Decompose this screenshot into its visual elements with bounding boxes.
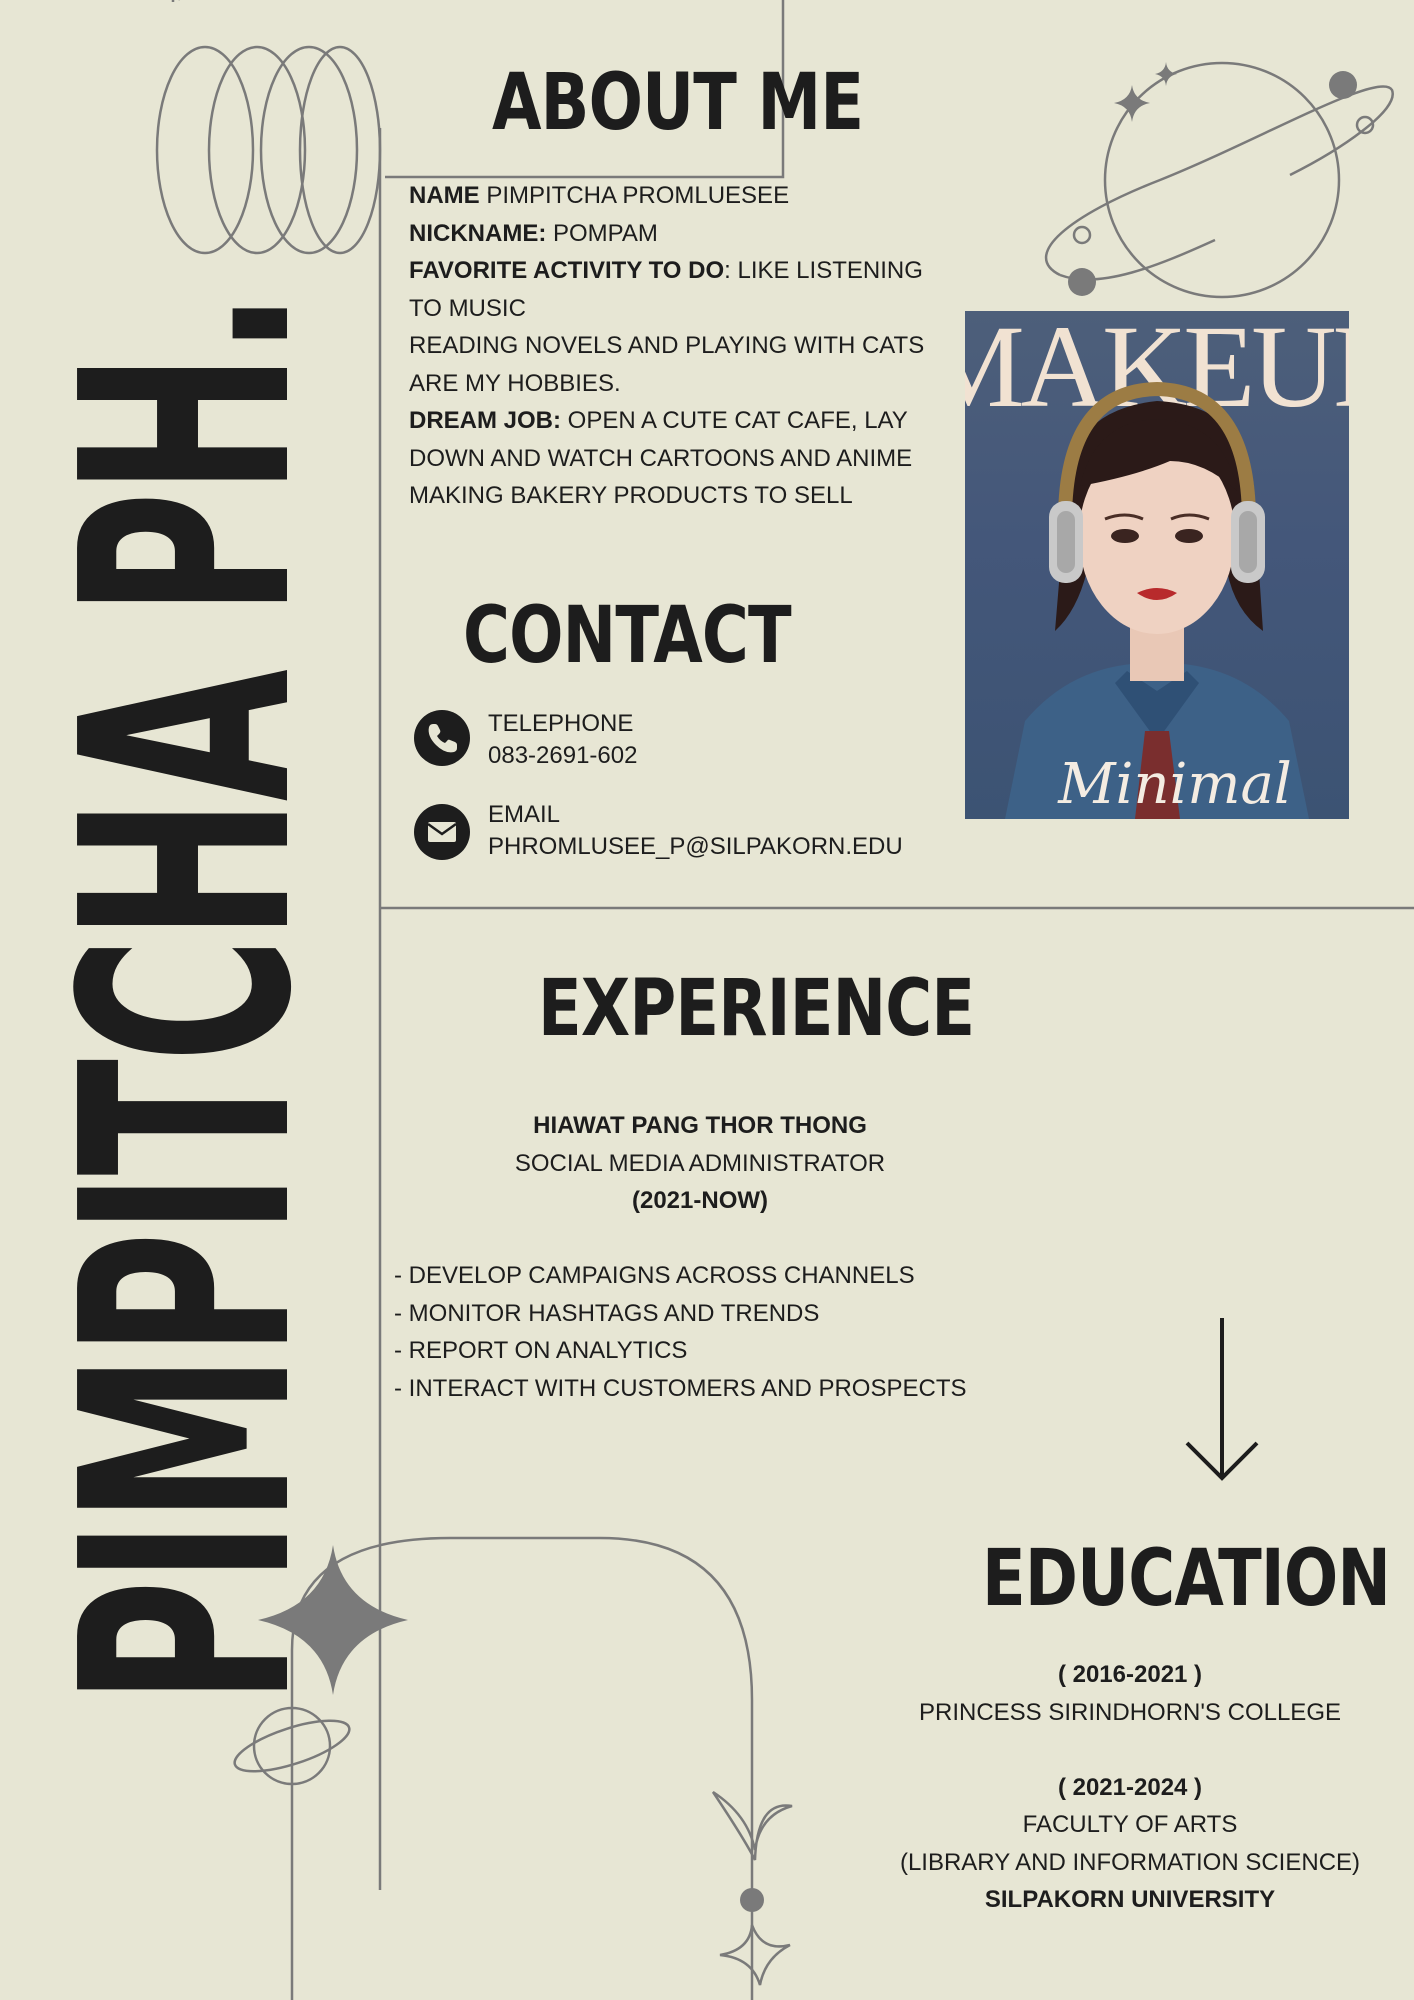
activity-line1: : LIKE LISTENING: [724, 257, 923, 284]
about-dream-row: DREAM JOB: OPEN A CUTE CAT CAFE, LAY: [409, 402, 969, 440]
experience-company: HIAWAT PANG THOR THONG: [533, 1112, 867, 1139]
portrait-illustration: MAKEUP Minim: [965, 311, 1349, 819]
experience-role: SOCIAL MEDIA ADMINISTRATOR: [514, 1149, 886, 1177]
hobbies-line2: ARE MY HOBBIES.: [409, 369, 621, 397]
experience-heading: EXPERIENCE: [538, 964, 975, 1054]
photo-caption: Minimal: [1057, 752, 1292, 817]
education-period-2: ( 2021-2024 ): [1057, 1773, 1203, 1801]
contact-heading: CONTACT: [463, 591, 792, 681]
duty-item: - DEVELOP CAMPAIGNS ACROSS CHANNELS: [394, 1262, 915, 1289]
phone-contact: TELEPHONE 083-2691-602: [488, 708, 637, 772]
arrow-down-icon: [1185, 1318, 1259, 1481]
about-heading: ABOUT ME: [492, 58, 864, 148]
dream-line3: MAKING BAKERY PRODUCTS TO SELL: [409, 482, 853, 509]
phone-label: TELEPHONE: [488, 710, 634, 737]
duty-item: - INTERACT WITH CUSTOMERS AND PROSPECTS: [394, 1374, 967, 1402]
phone-value: 083-2691-602: [488, 742, 638, 769]
about-nickname-row: NICKNAME: POMPAM: [409, 215, 969, 253]
dream-label: DREAM JOB:: [409, 407, 562, 434]
about-activity-row: FAVORITE ACTIVITY TO DO: LIKE LISTENING: [409, 252, 969, 290]
dream-line2: DOWN AND WATCH CARTOONS AND ANIME: [409, 444, 913, 472]
duty-item: - REPORT ON ANALYTICS: [394, 1337, 688, 1364]
name-value: PIMPITCHA PROMLUESEE: [479, 182, 790, 209]
about-details: NAME PIMPITCHA PROMLUESEE NICKNAME: POMP…: [409, 177, 969, 515]
education-university: SILPAKORN UNIVERSITY: [984, 1886, 1276, 1913]
activity-line2: TO MUSIC: [409, 294, 526, 322]
email-contact: EMAIL PHROMLUSEE_P@SILPAKORN.EDU: [488, 799, 903, 863]
education-period-1: ( 2016-2021 ): [1057, 1661, 1203, 1688]
profile-photo: MAKEUP Minim: [965, 311, 1349, 819]
about-name-row: NAME PIMPITCHA PROMLUESEE: [409, 177, 969, 215]
duty-item: - MONITOR HASHTAGS AND TRENDS: [394, 1299, 820, 1327]
hobbies-line1: READING NOVELS AND PLAYING WITH CATS: [409, 332, 925, 359]
vertical-name: PIMPITCHA PH.: [20, 294, 355, 1705]
education-heading: EDUCATION: [982, 1534, 1391, 1624]
education-school-1: PRINCESS SIRINDHORN'S COLLEGE: [918, 1698, 1341, 1726]
experience-entry: HIAWAT PANG THOR THONG SOCIAL MEDIA ADMI…: [385, 1107, 1015, 1220]
education-program: (LIBRARY AND INFORMATION SCIENCE): [899, 1848, 1361, 1876]
phone-icon: [414, 710, 470, 766]
experience-duties: - DEVELOP CAMPAIGNS ACROSS CHANNELS - MO…: [394, 1257, 1014, 1407]
nickname-value: POMPAM: [546, 219, 658, 247]
dream-line1: OPEN A CUTE CAT CAFE, LAY: [561, 407, 908, 434]
education-list: ( 2016-2021 ) PRINCESS SIRINDHORN'S COLL…: [880, 1656, 1380, 1919]
activity-label: FAVORITE ACTIVITY TO DO: [409, 257, 725, 284]
education-faculty: FACULTY OF ARTS: [1022, 1811, 1238, 1838]
experience-period: (2021-NOW): [631, 1187, 769, 1214]
email-label: EMAIL: [488, 801, 561, 828]
envelope-icon: [414, 804, 470, 860]
nickname-label: NICKNAME:: [409, 219, 547, 247]
name-label: NAME: [409, 182, 480, 209]
email-value: PHROMLUSEE_P@SILPAKORN.EDU: [488, 833, 903, 860]
resume-page: PIMPITCHA PH. ABOUT ME NAME PIMPITCHA PR…: [0, 0, 1414, 2000]
